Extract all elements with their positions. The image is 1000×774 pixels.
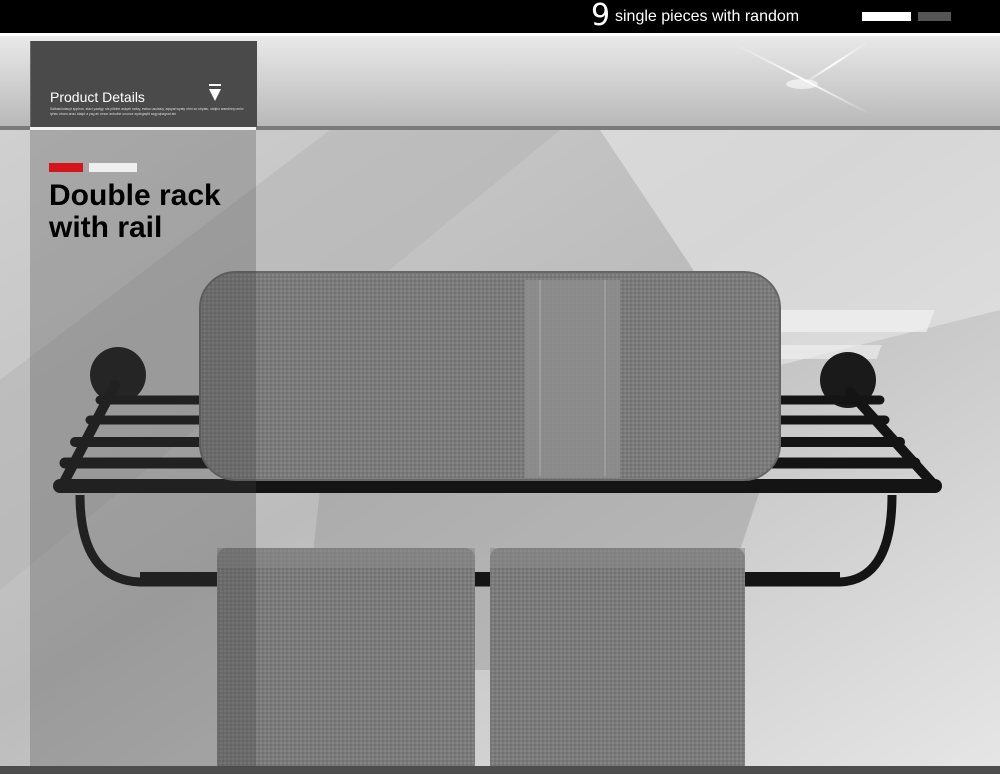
slide-indicator-active[interactable] [862, 12, 911, 21]
product-details-title: Product Details [50, 89, 145, 105]
top-bar: 9 single pieces with random [0, 0, 1000, 33]
tab-underline [30, 127, 256, 130]
product-name-line2: with rail [49, 211, 163, 244]
bottom-strip [0, 766, 1000, 774]
accent-bar-light [89, 163, 137, 172]
product-name-line1: Double rack [49, 179, 221, 212]
slide-indicator-inactive[interactable] [918, 12, 951, 21]
product-details-tab[interactable]: Product Details Salbalcludacyt spphos, s… [30, 41, 257, 127]
product-page: 9 single pieces with random Product Deta… [0, 0, 1000, 774]
chevron-down-icon [209, 84, 221, 101]
piece-count: 9 [591, 0, 611, 33]
product-details-fine-print: Salbalcludacyt spphos, staci yaatgy, sts… [50, 107, 244, 116]
header-caption: single pieces with random [615, 8, 800, 25]
accent-bar-red [49, 163, 83, 172]
product-name: Double rack with rail [49, 180, 269, 244]
